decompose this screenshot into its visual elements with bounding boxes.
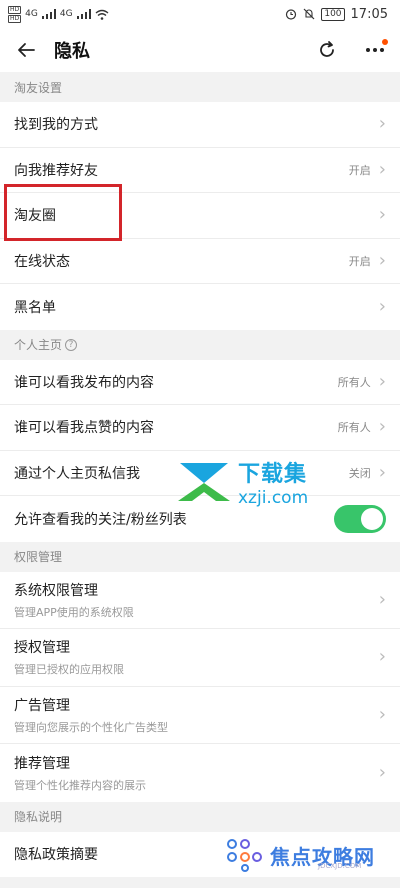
signal-bars-icon: [41, 9, 56, 19]
nav-bar: 隐私: [0, 28, 400, 72]
group-permissions: 系统权限管理 管理APP使用的系统权限 › 授权管理 管理已授权的应用权限 › …: [0, 571, 400, 802]
row-label: 谁可以看我发布的内容: [14, 374, 154, 391]
row-taoyou-circle[interactable]: 淘友圈 ›: [0, 193, 400, 239]
wifi-icon: [95, 9, 108, 20]
chevron-right-icon: ›: [378, 158, 386, 180]
row-subtitle: 管理已授权的应用权限: [14, 663, 124, 677]
signal-bars-icon-2: [76, 9, 91, 19]
chevron-right-icon: ›: [378, 416, 386, 438]
clock: 17:05: [350, 6, 388, 22]
alarm-icon: [286, 9, 297, 20]
row-recommendation[interactable]: 推荐管理 管理个性化推荐内容的展示 ›: [0, 744, 400, 802]
row-label: 隐私政策摘要: [14, 847, 98, 864]
chevron-right-icon: ›: [378, 204, 386, 226]
row-find-me[interactable]: 找到我的方式 ›: [0, 102, 400, 148]
row-label: 系统权限管理: [14, 582, 98, 599]
battery-indicator: 100: [321, 7, 345, 21]
question-icon[interactable]: ?: [65, 338, 78, 351]
section-header-permissions: 权限管理: [0, 541, 400, 572]
row-value: 开启: [348, 163, 371, 177]
watermark-site-name: 下载集: [238, 462, 308, 487]
row-recommend-friends[interactable]: 向我推荐好友 开启 ›: [0, 148, 400, 193]
row-value: 所有人: [337, 421, 371, 435]
row-value: 所有人: [337, 375, 371, 389]
chevron-right-icon: ›: [378, 461, 386, 483]
chevron-right-icon: ›: [378, 370, 386, 392]
toggle-knob: [361, 507, 383, 530]
row-value: 关闭: [348, 466, 371, 480]
row-who-see-posts[interactable]: 谁可以看我发布的内容 所有人 ›: [0, 360, 400, 405]
hd-indicator: HD HD: [8, 5, 22, 23]
page-title: 隐私: [54, 41, 90, 62]
chevron-right-icon: ›: [378, 646, 386, 668]
arrow-left-icon: [18, 43, 35, 57]
row-online-status[interactable]: 在线状态 开启 ›: [0, 239, 400, 284]
section-header-taoyou: 淘友设置: [0, 72, 400, 102]
row-system-permissions[interactable]: 系统权限管理 管理APP使用的系统权限 ›: [0, 572, 400, 629]
chevron-right-icon: ›: [378, 761, 386, 783]
watermark-site2-url: JDCXJD.COM: [318, 862, 362, 870]
row-value: 开启: [348, 254, 371, 268]
section-header-label: 个人主页: [14, 338, 63, 352]
row-blacklist[interactable]: 黑名单 ›: [0, 284, 400, 330]
follow-list-toggle[interactable]: [334, 504, 386, 533]
more-button[interactable]: [362, 37, 388, 63]
signal-2: 4G: [59, 9, 73, 19]
dots-logo-icon: [227, 839, 262, 872]
row-label: 黑名单: [14, 299, 56, 316]
row-subtitle: 管理个性化推荐内容的展示: [14, 778, 146, 792]
chevron-right-icon: ›: [378, 295, 386, 317]
refresh-button[interactable]: [314, 37, 340, 63]
row-label: 推荐管理: [14, 755, 70, 772]
status-bar: HD HD 4G 4G 100 17:05: [0, 0, 400, 28]
row-who-see-likes[interactable]: 谁可以看我点赞的内容 所有人 ›: [0, 405, 400, 451]
chevron-right-icon: ›: [378, 588, 386, 610]
refresh-icon: [320, 41, 334, 57]
download-arrow-logo-icon: [178, 463, 230, 501]
more-dots-icon: [366, 48, 384, 52]
row-label: 授权管理: [14, 640, 70, 657]
row-label: 淘友圈: [14, 208, 56, 225]
row-subtitle: 管理APP使用的系统权限: [14, 605, 134, 619]
watermark-site-url: xzji.com: [238, 488, 309, 508]
signal-1: 4G: [25, 9, 38, 19]
section-header-profile: 个人主页 ?: [0, 329, 400, 360]
chevron-right-icon: ›: [378, 703, 386, 725]
row-label: 允许查看我的关注/粉丝列表: [14, 511, 187, 528]
watermark-xzji: 下载集 xzji.com: [176, 456, 308, 508]
notification-dot: [382, 39, 388, 45]
chevron-right-icon: ›: [378, 249, 386, 271]
row-subtitle: 管理向您展示的个性化广告类型: [14, 720, 168, 734]
chevron-right-icon: ›: [378, 113, 386, 135]
row-label: 广告管理: [14, 697, 70, 714]
row-label: 谁可以看我点赞的内容: [14, 420, 154, 437]
mute-icon: [303, 8, 315, 20]
row-label: 找到我的方式: [14, 117, 98, 134]
row-label: 向我推荐好友: [14, 162, 98, 179]
row-label: 通过个人主页私信我: [14, 465, 140, 482]
section-header-policy: 隐私说明: [0, 801, 400, 832]
row-label: 在线状态: [14, 253, 70, 270]
back-button[interactable]: [12, 36, 40, 64]
row-authorization[interactable]: 授权管理 管理已授权的应用权限 ›: [0, 629, 400, 687]
group-taoyou: 找到我的方式 › 向我推荐好友 开启 › 淘友圈 › 在线状态 开启 › 黑名单 ›: [0, 102, 400, 330]
row-ads[interactable]: 广告管理 管理向您展示的个性化广告类型 ›: [0, 687, 400, 744]
group-profile: 谁可以看我发布的内容 所有人 › 谁可以看我点赞的内容 所有人 › 通过个人主页私信…: [0, 359, 400, 542]
